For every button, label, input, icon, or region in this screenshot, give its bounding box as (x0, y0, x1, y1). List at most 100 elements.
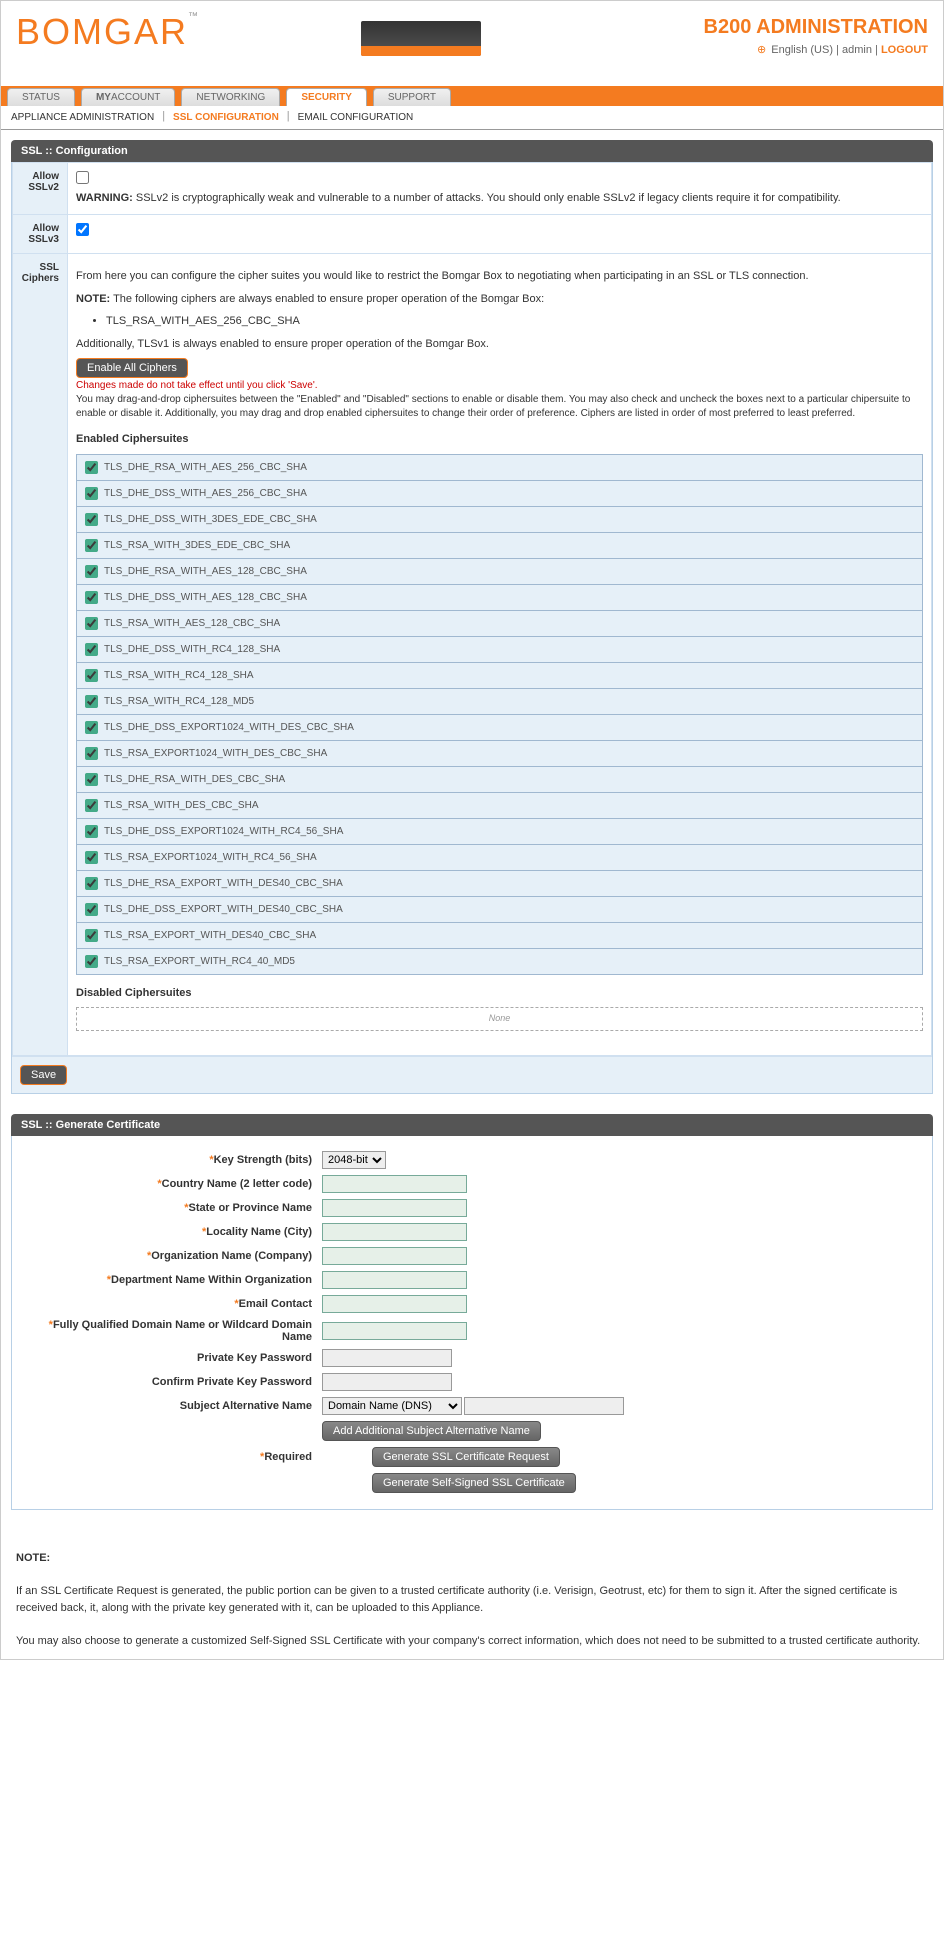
main-tabs: STATUS MYACCOUNT NETWORKING SECURITY SUP… (1, 86, 943, 106)
confirm-private-key-password-input[interactable] (322, 1373, 452, 1391)
subtab-appliance[interactable]: APPLIANCE ADMINISTRATION (7, 110, 158, 125)
ciphers-intro: From here you can configure the cipher s… (76, 268, 923, 285)
cipher-name: TLS_RSA_WITH_RC4_128_SHA (104, 668, 254, 683)
cipher-checkbox[interactable] (85, 565, 98, 578)
cipher-checkbox[interactable] (85, 955, 98, 968)
tab-security[interactable]: SECURITY (286, 88, 367, 106)
cipher-item[interactable]: TLS_DHE_DSS_WITH_RC4_128_SHA (77, 637, 922, 663)
san-label: Subject Alternative Name (180, 1400, 312, 1412)
cipher-name: TLS_RSA_WITH_RC4_128_MD5 (104, 694, 254, 709)
cipher-name: TLS_DHE_DSS_WITH_3DES_EDE_CBC_SHA (104, 512, 317, 527)
drag-drop-note: You may drag-and-drop ciphersuites betwe… (76, 393, 923, 421)
cipher-item[interactable]: TLS_RSA_WITH_RC4_128_SHA (77, 663, 922, 689)
cipher-name: TLS_DHE_DSS_WITH_AES_128_CBC_SHA (104, 590, 307, 605)
cipher-checkbox[interactable] (85, 721, 98, 734)
cipher-item[interactable]: TLS_RSA_WITH_DES_CBC_SHA (77, 793, 922, 819)
cipher-checkbox[interactable] (85, 825, 98, 838)
enabled-cipher-list[interactable]: TLS_DHE_RSA_WITH_AES_256_CBC_SHATLS_DHE_… (76, 454, 923, 975)
cipher-item[interactable]: TLS_RSA_WITH_3DES_EDE_CBC_SHA (77, 533, 922, 559)
key-strength-label: Key Strength (bits) (214, 1154, 312, 1166)
email-label: Email Contact (239, 1298, 312, 1310)
cipher-checkbox[interactable] (85, 747, 98, 760)
cipher-item[interactable]: TLS_DHE_RSA_WITH_AES_256_CBC_SHA (77, 455, 922, 481)
subtab-email-config[interactable]: EMAIL CONFIGURATION (294, 110, 418, 125)
locality-input[interactable] (322, 1223, 467, 1241)
email-input[interactable] (322, 1295, 467, 1313)
state-input[interactable] (322, 1199, 467, 1217)
cipher-item[interactable]: TLS_RSA_EXPORT_WITH_RC4_40_MD5 (77, 949, 922, 974)
add-san-button[interactable]: Add Additional Subject Alternative Name (322, 1421, 541, 1441)
cipher-item[interactable]: TLS_DHE_DSS_EXPORT_WITH_DES40_CBC_SHA (77, 897, 922, 923)
save-button[interactable]: Save (20, 1065, 67, 1085)
tab-status[interactable]: STATUS (7, 88, 75, 106)
cipher-name: TLS_DHE_DSS_WITH_RC4_128_SHA (104, 642, 280, 657)
key-strength-select[interactable]: 2048-bit (322, 1151, 386, 1169)
cipher-item[interactable]: TLS_DHE_RSA_EXPORT_WITH_DES40_CBC_SHA (77, 871, 922, 897)
tab-myaccount[interactable]: MYACCOUNT (81, 88, 175, 106)
device-image (361, 21, 481, 56)
globe-icon: ⊕ (757, 44, 766, 56)
required-label: Required (264, 1451, 312, 1463)
cipher-checkbox[interactable] (85, 903, 98, 916)
cipher-name: TLS_RSA_WITH_AES_128_CBC_SHA (104, 616, 280, 631)
disabled-cipher-zone[interactable]: None (76, 1007, 923, 1031)
allow-sslv3-label: Allow SSLv3 (13, 215, 68, 254)
cipher-name: TLS_DHE_DSS_EXPORT1024_WITH_RC4_56_SHA (104, 824, 343, 839)
allow-sslv2-checkbox[interactable] (76, 171, 89, 184)
private-key-password-input[interactable] (322, 1349, 452, 1367)
dept-input[interactable] (322, 1271, 467, 1289)
cipher-checkbox[interactable] (85, 513, 98, 526)
san-type-select[interactable]: Domain Name (DNS) (322, 1397, 462, 1415)
cipher-checkbox[interactable] (85, 929, 98, 942)
disabled-ciphersuites-title: Disabled Ciphersuites (76, 985, 923, 1002)
logo: BOMGAR™ (16, 11, 200, 52)
cipher-checkbox[interactable] (85, 617, 98, 630)
cipher-item[interactable]: TLS_RSA_EXPORT1024_WITH_DES_CBC_SHA (77, 741, 922, 767)
cipher-name: TLS_RSA_WITH_DES_CBC_SHA (104, 798, 259, 813)
cipher-checkbox[interactable] (85, 591, 98, 604)
language-link[interactable]: English (US) (771, 44, 833, 56)
cipher-name: TLS_RSA_EXPORT_WITH_RC4_40_MD5 (104, 954, 295, 969)
org-input[interactable] (322, 1247, 467, 1265)
fqdn-input[interactable] (322, 1322, 467, 1340)
tab-support[interactable]: SUPPORT (373, 88, 451, 106)
logout-link[interactable]: LOGOUT (881, 44, 928, 56)
cipher-item[interactable]: TLS_RSA_EXPORT1024_WITH_RC4_56_SHA (77, 845, 922, 871)
cipher-item[interactable]: TLS_DHE_RSA_WITH_DES_CBC_SHA (77, 767, 922, 793)
cipher-item[interactable]: TLS_DHE_DSS_WITH_AES_256_CBC_SHA (77, 481, 922, 507)
cipher-checkbox[interactable] (85, 643, 98, 656)
cipher-checkbox[interactable] (85, 773, 98, 786)
enable-all-ciphers-button[interactable]: Enable All Ciphers (76, 358, 188, 378)
cipher-item[interactable]: TLS_RSA_EXPORT_WITH_DES40_CBC_SHA (77, 923, 922, 949)
sub-tabs: APPLIANCE ADMINISTRATION | SSL CONFIGURA… (1, 106, 943, 130)
cipher-checkbox[interactable] (85, 539, 98, 552)
cipher-item[interactable]: TLS_DHE_RSA_WITH_AES_128_CBC_SHA (77, 559, 922, 585)
cipher-item[interactable]: TLS_DHE_DSS_WITH_AES_128_CBC_SHA (77, 585, 922, 611)
cipher-checkbox[interactable] (85, 695, 98, 708)
user-link[interactable]: admin (842, 44, 872, 56)
allow-sslv3-checkbox[interactable] (76, 223, 89, 236)
san-value-input[interactable] (464, 1397, 624, 1415)
cipher-item[interactable]: TLS_DHE_DSS_EXPORT1024_WITH_RC4_56_SHA (77, 819, 922, 845)
ssl-ciphers-label: SSL Ciphers (13, 254, 68, 1056)
cipher-checkbox[interactable] (85, 851, 98, 864)
cipher-item[interactable]: TLS_DHE_DSS_WITH_3DES_EDE_CBC_SHA (77, 507, 922, 533)
sslv2-warning: WARNING: SSLv2 is cryptographically weak… (76, 190, 923, 207)
tab-networking[interactable]: NETWORKING (181, 88, 280, 106)
cipher-name: TLS_RSA_EXPORT1024_WITH_RC4_56_SHA (104, 850, 317, 865)
cipher-checkbox[interactable] (85, 487, 98, 500)
cipher-item[interactable]: TLS_DHE_DSS_EXPORT1024_WITH_DES_CBC_SHA (77, 715, 922, 741)
country-input[interactable] (322, 1175, 467, 1193)
generate-cert-request-button[interactable]: Generate SSL Certificate Request (372, 1447, 560, 1467)
cipher-item[interactable]: TLS_RSA_WITH_RC4_128_MD5 (77, 689, 922, 715)
gen-cert-header: SSL :: Generate Certificate (11, 1114, 933, 1136)
cipher-checkbox[interactable] (85, 669, 98, 682)
cipher-checkbox[interactable] (85, 461, 98, 474)
cipher-item[interactable]: TLS_RSA_WITH_AES_128_CBC_SHA (77, 611, 922, 637)
confirm-label: Confirm Private Key Password (152, 1376, 312, 1388)
cipher-checkbox[interactable] (85, 799, 98, 812)
generate-self-signed-button[interactable]: Generate Self-Signed SSL Certificate (372, 1473, 576, 1493)
org-label: Organization Name (Company) (151, 1250, 312, 1262)
cipher-checkbox[interactable] (85, 877, 98, 890)
subtab-ssl-config[interactable]: SSL CONFIGURATION (169, 110, 283, 125)
